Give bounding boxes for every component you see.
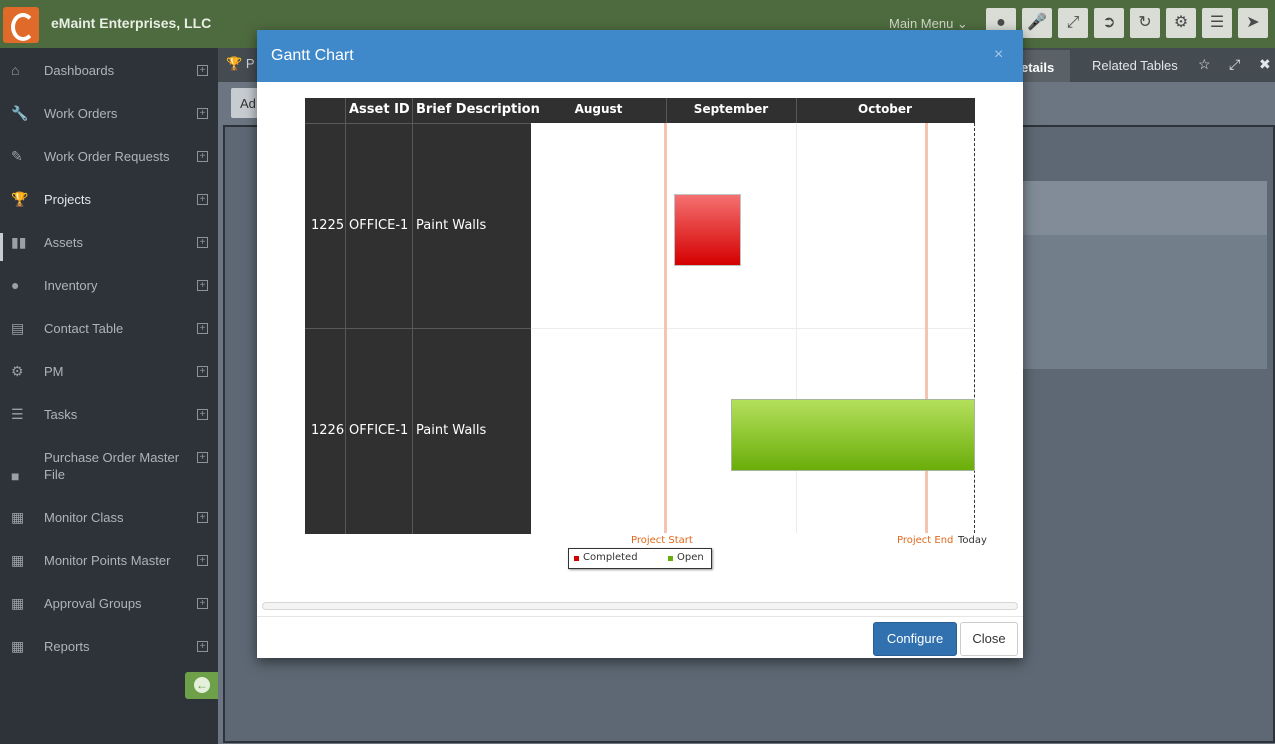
highlighted-row	[1023, 181, 1267, 235]
active-indicator	[0, 233, 3, 261]
expand-icon[interactable]: ⤢	[1058, 8, 1088, 38]
trophy-icon: 🏆	[11, 192, 29, 206]
edit-icon: ✎	[11, 149, 29, 163]
emaint-logo[interactable]	[3, 7, 39, 43]
collapse-sidebar-button[interactable]: ←	[185, 672, 218, 699]
expand-plus-icon[interactable]: +	[197, 512, 208, 523]
barcode-icon: ▮▮	[11, 235, 29, 249]
tab-projects[interactable]: 🏆 P	[226, 56, 254, 72]
cogs-icon: ⚙	[11, 364, 29, 378]
column-divider	[412, 98, 413, 534]
expand-plus-icon[interactable]: +	[197, 237, 208, 248]
expand-plus-icon[interactable]: +	[197, 598, 208, 609]
modal-header: Gantt Chart ×	[257, 30, 1023, 82]
project-start-marker	[664, 123, 667, 533]
expand-plus-icon[interactable]: +	[197, 323, 208, 334]
star-icon[interactable]: ☆	[1198, 56, 1211, 73]
table-icon: ▦	[11, 596, 29, 610]
legend-label-open: Open	[677, 552, 704, 563]
row-id: 1226	[311, 423, 344, 438]
modal-title: Gantt Chart	[271, 47, 354, 65]
sign-out-icon[interactable]: ➲	[1094, 8, 1124, 38]
expand-plus-icon[interactable]: +	[197, 108, 208, 119]
table-icon: ▦	[11, 553, 29, 567]
expand-icon[interactable]: ⤢	[1229, 56, 1240, 73]
chart-legend: Completed Open	[568, 548, 712, 569]
close-icon[interactable]: ×	[994, 46, 1003, 64]
truck-icon: ■	[11, 469, 29, 483]
panel-row	[1023, 235, 1267, 369]
legend-label-completed: Completed	[583, 552, 638, 563]
expand-plus-icon[interactable]: +	[197, 641, 208, 652]
row-divider	[305, 328, 531, 329]
close-button[interactable]: Close	[960, 622, 1018, 656]
arrow-left-icon: ←	[194, 677, 210, 693]
wrench-icon: 🔧	[11, 106, 29, 120]
expand-plus-icon[interactable]: +	[197, 65, 208, 76]
month-label: August	[531, 102, 666, 116]
expand-plus-icon[interactable]: +	[197, 452, 208, 463]
book-icon: ▤	[11, 321, 29, 335]
expand-plus-icon[interactable]: +	[197, 280, 208, 291]
location-arrow-icon[interactable]: ➤	[1238, 8, 1268, 38]
row-description: Paint Walls	[416, 423, 486, 438]
expand-plus-icon[interactable]: +	[197, 151, 208, 162]
row-description: Paint Walls	[416, 218, 486, 233]
column-header-brief-description: Brief Description	[416, 102, 540, 117]
gear-icon[interactable]: ⚙	[1166, 8, 1196, 38]
task-bar-completed[interactable]	[674, 194, 741, 266]
grid-line	[531, 328, 974, 329]
row-asset-id: OFFICE-1	[349, 423, 408, 438]
tab-details[interactable]: etails	[1015, 50, 1070, 82]
sidebar: ⌂ Dashboards + 🔧 Work Orders + ✎ Work Or…	[0, 48, 218, 744]
table-icon: ▦	[11, 639, 29, 653]
row-id: 1225	[311, 218, 344, 233]
tags-icon: ●	[11, 278, 29, 292]
tab-related-tables[interactable]: Related Tables	[1092, 58, 1178, 73]
legend-swatch-open	[668, 556, 673, 561]
column-divider	[345, 98, 346, 534]
gantt-left-panel	[305, 98, 531, 534]
company-name: eMaint Enterprises, LLC	[51, 15, 211, 31]
project-end-label: Project End	[897, 535, 953, 546]
row-divider	[305, 123, 531, 124]
tasks-icon: ☰	[11, 407, 29, 421]
expand-plus-icon[interactable]: +	[197, 366, 208, 377]
gantt-modal: Gantt Chart × Asset ID Brief Description…	[257, 30, 1023, 658]
home-icon: ⌂	[11, 63, 29, 77]
configure-button[interactable]: Configure	[873, 622, 957, 656]
expand-plus-icon[interactable]: +	[197, 409, 208, 420]
project-end-marker	[925, 123, 928, 533]
today-label: Today	[958, 535, 987, 546]
task-bar-open[interactable]	[731, 399, 975, 471]
table-icon: ▦	[11, 510, 29, 524]
close-icon[interactable]: ✖	[1259, 56, 1271, 73]
menu-icon[interactable]: ☰	[1202, 8, 1232, 38]
row-asset-id: OFFICE-1	[349, 218, 408, 233]
horizontal-scrollbar[interactable]	[262, 602, 1018, 610]
modal-footer-divider	[257, 616, 1023, 617]
month-label: October	[796, 102, 974, 116]
today-marker	[974, 123, 975, 533]
microphone-icon[interactable]: 🎤	[1022, 8, 1052, 38]
refresh-icon[interactable]: ↻	[1130, 8, 1160, 38]
legend-swatch-completed	[574, 556, 579, 561]
project-start-label: Project Start	[631, 535, 693, 546]
column-header-asset-id: Asset ID	[349, 102, 410, 117]
trophy-icon: 🏆	[226, 56, 242, 71]
gantt-chart: Asset ID Brief Description August Septem…	[305, 98, 975, 534]
expand-plus-icon[interactable]: +	[197, 194, 208, 205]
month-label: September	[666, 102, 796, 116]
expand-plus-icon[interactable]: +	[197, 555, 208, 566]
